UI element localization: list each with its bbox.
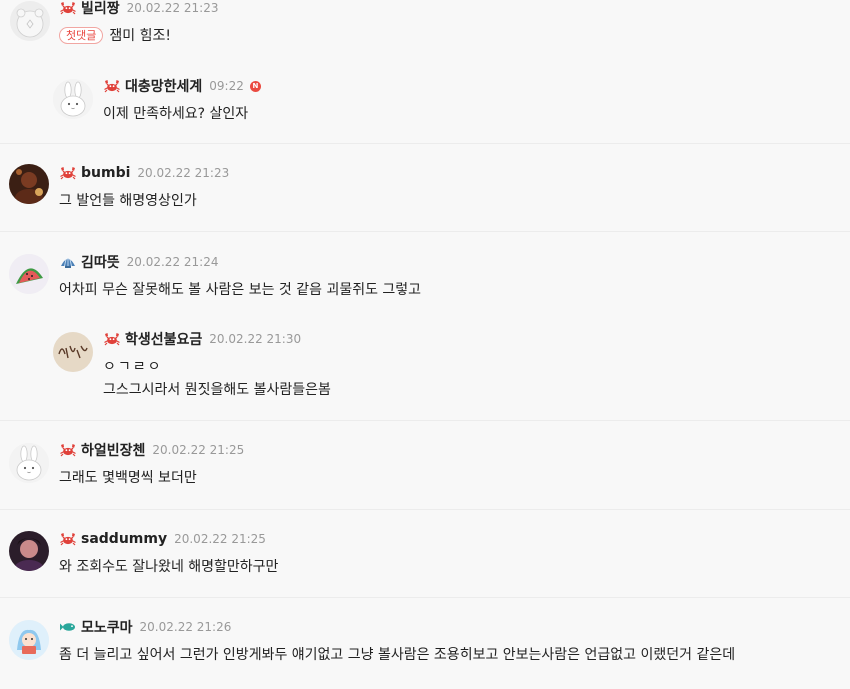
avatar[interactable]: [9, 531, 49, 571]
nickname[interactable]: 대충망한세계: [125, 76, 202, 96]
comment-text-content: 잼미 힘조!: [109, 28, 171, 44]
divider: [0, 597, 850, 598]
comment-header: 대충망한세계 09:22 N: [103, 77, 261, 95]
comment-header: 빌리짱 20.02.22 21:23: [59, 0, 218, 17]
comment-list: 빌리짱 20.02.22 21:23 첫댓글 잼미 힘조! 대충망한세계 09:2…: [0, 0, 850, 689]
avatar[interactable]: [9, 164, 49, 204]
comment-text: 어차피 무슨 잘못해도 볼 사람은 보는 것 같음 괴물쥐도 그렇고: [59, 282, 422, 298]
avatar[interactable]: [9, 443, 49, 483]
divider: [0, 509, 850, 510]
comment-date: 09:22: [209, 79, 244, 93]
divider: [0, 231, 850, 232]
comment-text: ㅇㄱㄹㅇ 그스그시라서 뭔짓을해도 볼사람들은봄: [103, 357, 331, 400]
comment-header: saddummy 20.02.22 21:25: [59, 530, 266, 548]
comment-text: 좀 더 늘리고 싶어서 그런가 인방게봐두 얘기없고 그냥 볼사람은 조용히보고…: [59, 647, 736, 663]
comment-text: 이제 만족하세요? 살인자: [103, 106, 249, 122]
shell-icon: [59, 254, 77, 270]
nickname[interactable]: saddummy: [81, 531, 167, 547]
nickname[interactable]: 하얼빈장첸: [81, 440, 145, 460]
crab-icon: [59, 531, 77, 547]
comment-text: 첫댓글 잼미 힘조!: [59, 26, 171, 46]
comment-text-line: ㅇㄱㄹㅇ: [103, 359, 163, 375]
first-comment-badge: 첫댓글: [59, 27, 104, 44]
comment-text: 와 조회수도 잘나왔네 해명할만하구만: [59, 559, 279, 575]
avatar[interactable]: [10, 1, 50, 41]
nickname[interactable]: 학생선불요금: [125, 329, 202, 349]
comment-date: 20.02.22 21:23: [126, 1, 219, 15]
nickname[interactable]: 빌리짱: [81, 0, 120, 18]
nickname[interactable]: bumbi: [81, 165, 130, 181]
comment-date: 20.02.22 21:24: [126, 255, 219, 269]
comment-date: 20.02.22 21:23: [137, 166, 230, 180]
divider: [0, 420, 850, 421]
comment-date: 20.02.22 21:25: [152, 443, 245, 457]
crab-icon: [103, 78, 121, 94]
avatar[interactable]: [9, 254, 49, 294]
new-badge: N: [249, 80, 261, 92]
nickname[interactable]: 김따뜻: [81, 252, 120, 272]
comment-header: 학생선불요금 20.02.22 21:30: [103, 330, 301, 348]
comment-text: 그 발언들 해명영상인가: [59, 193, 197, 209]
comment-text: 그래도 몇백명씩 보더만: [59, 470, 197, 486]
crab-icon: [59, 165, 77, 181]
avatar[interactable]: [53, 332, 93, 372]
crab-icon: [103, 331, 121, 347]
comment-date: 20.02.22 21:30: [209, 332, 302, 346]
comment-text-line: 그스그시라서 뭔짓을해도 볼사람들은봄: [103, 382, 331, 398]
comment-header: 김따뜻 20.02.22 21:24: [59, 253, 218, 271]
comment-header: 하얼빈장첸 20.02.22 21:25: [59, 441, 244, 459]
avatar[interactable]: [53, 79, 93, 119]
comment-date: 20.02.22 21:26: [139, 620, 232, 634]
comment-date: 20.02.22 21:25: [174, 532, 266, 546]
comment-header: bumbi 20.02.22 21:23: [59, 164, 229, 182]
crab-icon: [59, 0, 77, 16]
divider: [0, 143, 850, 144]
crab-icon: [59, 442, 77, 458]
avatar[interactable]: [9, 620, 49, 660]
fish-icon: [59, 619, 77, 635]
nickname[interactable]: 모노쿠마: [81, 617, 133, 637]
comment-header: 모노쿠마 20.02.22 21:26: [59, 618, 231, 636]
